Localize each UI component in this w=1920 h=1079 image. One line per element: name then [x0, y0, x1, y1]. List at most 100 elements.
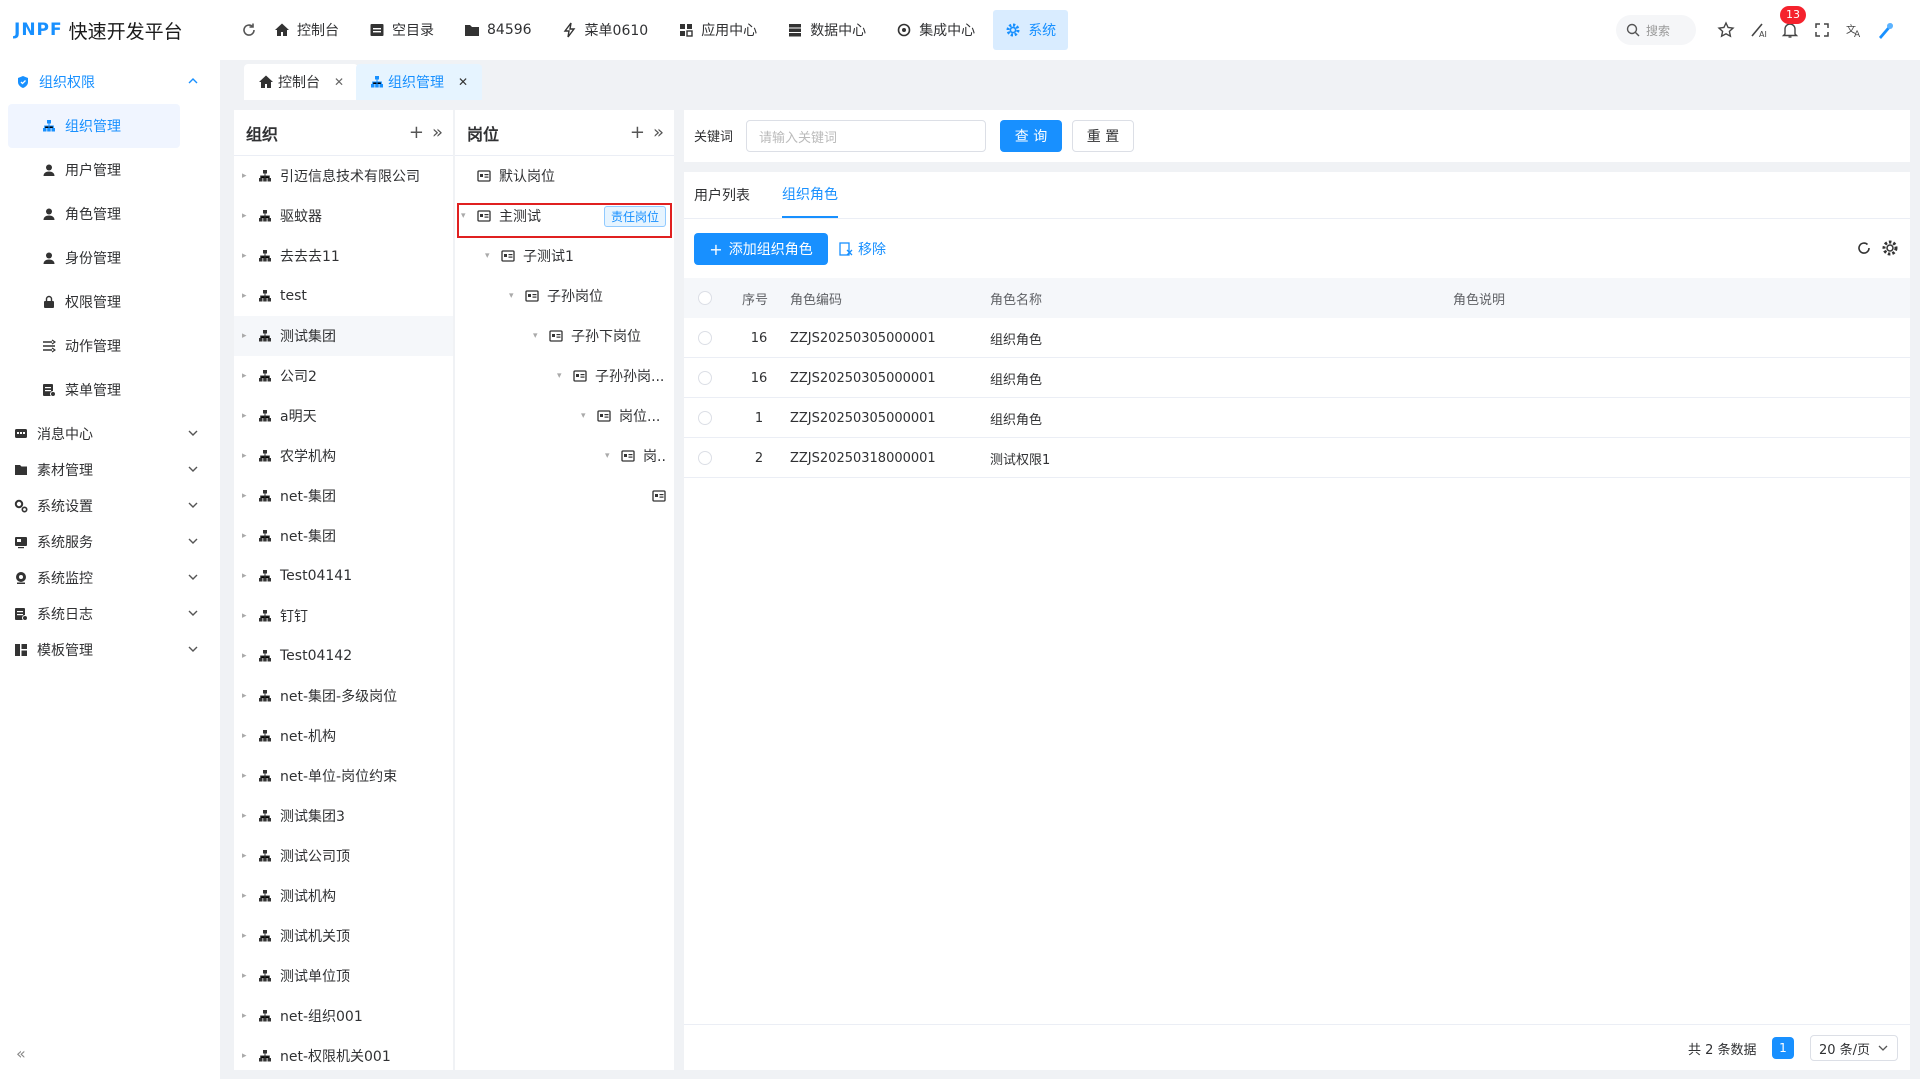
- row-checkbox[interactable]: [698, 371, 712, 385]
- table-row[interactable]: 16 ZZJS20250305000001 组织角色: [684, 358, 1910, 398]
- global-search[interactable]: 搜索: [1616, 15, 1696, 45]
- settings-icon[interactable]: [1880, 238, 1900, 258]
- reset-button[interactable]: 重 置: [1072, 120, 1134, 152]
- sidebar-item-action-management[interactable]: 动作管理: [8, 324, 180, 368]
- post-tree-item[interactable]: [645, 476, 674, 516]
- collapse-sidebar-icon[interactable]: «: [16, 1044, 26, 1063]
- org-tree-item[interactable]: ▸ 测试机关顶: [234, 916, 453, 956]
- caret-down-icon[interactable]: ▾: [605, 451, 615, 461]
- org-tree-item[interactable]: ▸ 公司2: [234, 356, 453, 396]
- post-tree-item[interactable]: ▾ 岗..: [605, 436, 674, 476]
- caret-right-icon[interactable]: ▸: [242, 411, 252, 421]
- refresh-icon[interactable]: [1854, 238, 1874, 258]
- refresh-icon[interactable]: [238, 19, 260, 41]
- sidebar-item-identity-management[interactable]: 身份管理: [8, 236, 180, 280]
- org-tree-item[interactable]: ▸ Test04142: [234, 636, 453, 676]
- row-checkbox[interactable]: [698, 451, 712, 465]
- org-tree-item[interactable]: ▸ 测试公司顶: [234, 836, 453, 876]
- org-tree-item[interactable]: ▸ net-集团-多级岗位: [234, 676, 453, 716]
- org-tree-item[interactable]: ▸ 测试集团3: [234, 796, 453, 836]
- topnav-item-integration[interactable]: 集成中心: [884, 10, 987, 50]
- caret-right-icon[interactable]: ▸: [242, 731, 252, 741]
- sidebar-item-role-management[interactable]: 角色管理: [8, 192, 180, 236]
- caret-right-icon[interactable]: ▸: [242, 611, 252, 621]
- caret-right-icon[interactable]: ▸: [242, 331, 252, 341]
- table-row[interactable]: 16 ZZJS20250305000001 组织角色: [684, 318, 1910, 358]
- org-tree-item[interactable]: ▸ net-集团: [234, 476, 453, 516]
- caret-right-icon[interactable]: ▸: [242, 491, 252, 501]
- post-tree-item[interactable]: ▾ 子孙岗位: [509, 276, 674, 316]
- caret-down-icon[interactable]: ▾: [485, 251, 495, 261]
- org-tree-item[interactable]: ▸ net-集团: [234, 516, 453, 556]
- sidebar-item-user-management[interactable]: 用户管理: [8, 148, 180, 192]
- add-icon[interactable]: +: [630, 122, 645, 143]
- caret-right-icon[interactable]: ▸: [242, 291, 252, 301]
- page-tab-console[interactable]: 控制台 ✕: [244, 64, 359, 100]
- close-icon[interactable]: ✕: [334, 75, 344, 89]
- post-tree-item[interactable]: ▾ 子孙孙岗...: [557, 356, 674, 396]
- caret-right-icon[interactable]: ▸: [242, 1051, 252, 1061]
- caret-right-icon[interactable]: ▸: [242, 171, 252, 181]
- caret-right-icon[interactable]: ▸: [242, 851, 252, 861]
- post-tree-item[interactable]: ▾ 子测试1: [485, 236, 674, 276]
- tab-org-roles[interactable]: 组织角色: [782, 172, 838, 218]
- org-tree-item[interactable]: ▸ 钉钉: [234, 596, 453, 636]
- sidebar-item-menu-management[interactable]: 菜单管理: [8, 368, 180, 412]
- caret-right-icon[interactable]: ▸: [242, 531, 252, 541]
- topnav-item-menu0610[interactable]: 菜单0610: [550, 10, 661, 50]
- caret-down-icon[interactable]: ▾: [533, 331, 543, 341]
- sidebar-item-permission-management[interactable]: 权限管理: [8, 280, 180, 324]
- topnav-item-system[interactable]: 系统: [993, 10, 1069, 50]
- table-row[interactable]: 2 ZZJS20250318000001 测试权限1: [684, 438, 1910, 478]
- add-org-role-button[interactable]: + 添加组织角色: [694, 233, 828, 265]
- caret-right-icon[interactable]: ▸: [242, 651, 252, 661]
- org-tree-item[interactable]: ▸ 引迈信息技术有限公司: [234, 156, 453, 196]
- org-tree-item[interactable]: ▸ 测试集团: [234, 316, 453, 356]
- bell-icon[interactable]: 13: [1774, 6, 1806, 46]
- star-icon[interactable]: [1710, 14, 1742, 46]
- topnav-item-app-center[interactable]: 应用中心: [666, 10, 769, 50]
- add-icon[interactable]: +: [409, 122, 424, 143]
- caret-right-icon[interactable]: ▸: [242, 971, 252, 981]
- sidebar-item-org-management[interactable]: 组织管理: [8, 104, 180, 148]
- page-1-button[interactable]: 1: [1772, 1037, 1794, 1059]
- org-tree-item[interactable]: ▸ 测试机构: [234, 876, 453, 916]
- caret-right-icon[interactable]: ▸: [242, 891, 252, 901]
- topnav-item-empty-dir[interactable]: 空目录: [357, 10, 446, 50]
- page-tab-org-management[interactable]: 组织管理 ✕: [356, 64, 483, 100]
- org-tree-item[interactable]: ▸ net-权限机关001: [234, 1036, 453, 1070]
- translate-icon[interactable]: 文A: [1838, 14, 1870, 46]
- org-tree-item[interactable]: ▸ 农学机构: [234, 436, 453, 476]
- caret-right-icon[interactable]: ▸: [242, 211, 252, 221]
- org-tree-item[interactable]: ▸ net-组织001: [234, 996, 453, 1036]
- sidebar-group-org-permission[interactable]: 组织权限: [0, 60, 220, 104]
- org-tree-item[interactable]: ▸ 驱蚊器: [234, 196, 453, 236]
- org-tree-item[interactable]: ▸ Test04141: [234, 556, 453, 596]
- close-icon[interactable]: ✕: [458, 75, 468, 89]
- topnav-item-84596[interactable]: 84596: [452, 10, 544, 50]
- caret-down-icon[interactable]: ▾: [557, 371, 567, 381]
- org-tree-item[interactable]: ▸ net-单位-岗位约束: [234, 756, 453, 796]
- topnav-item-data-center[interactable]: 数据中心: [775, 10, 878, 50]
- caret-down-icon[interactable]: ▾: [509, 291, 519, 301]
- topnav-item-console[interactable]: 控制台: [262, 10, 351, 50]
- expand-icon[interactable]: »: [432, 122, 443, 143]
- caret-right-icon[interactable]: ▸: [242, 771, 252, 781]
- ai-assist-icon[interactable]: AI: [1742, 14, 1774, 46]
- caret-right-icon[interactable]: ▸: [242, 371, 252, 381]
- caret-right-icon[interactable]: ▸: [242, 571, 252, 581]
- user-avatar-icon[interactable]: [1870, 14, 1902, 46]
- org-tree-item[interactable]: ▸ test: [234, 276, 453, 316]
- remove-button[interactable]: 移除: [838, 239, 886, 259]
- caret-down-icon[interactable]: ▾: [581, 411, 591, 421]
- org-tree-item[interactable]: ▸ net-机构: [234, 716, 453, 756]
- caret-right-icon[interactable]: ▸: [242, 1011, 252, 1021]
- caret-right-icon[interactable]: ▸: [242, 691, 252, 701]
- keyword-input[interactable]: 请输入关键词: [746, 120, 986, 152]
- sidebar-group-template[interactable]: 模板管理: [0, 628, 220, 672]
- row-checkbox[interactable]: [698, 411, 712, 425]
- app-logo[interactable]: JNPF 快速开发平台: [14, 18, 183, 43]
- fullscreen-icon[interactable]: [1806, 14, 1838, 46]
- row-checkbox[interactable]: [698, 331, 712, 345]
- org-tree-item[interactable]: ▸ 去去去11: [234, 236, 453, 276]
